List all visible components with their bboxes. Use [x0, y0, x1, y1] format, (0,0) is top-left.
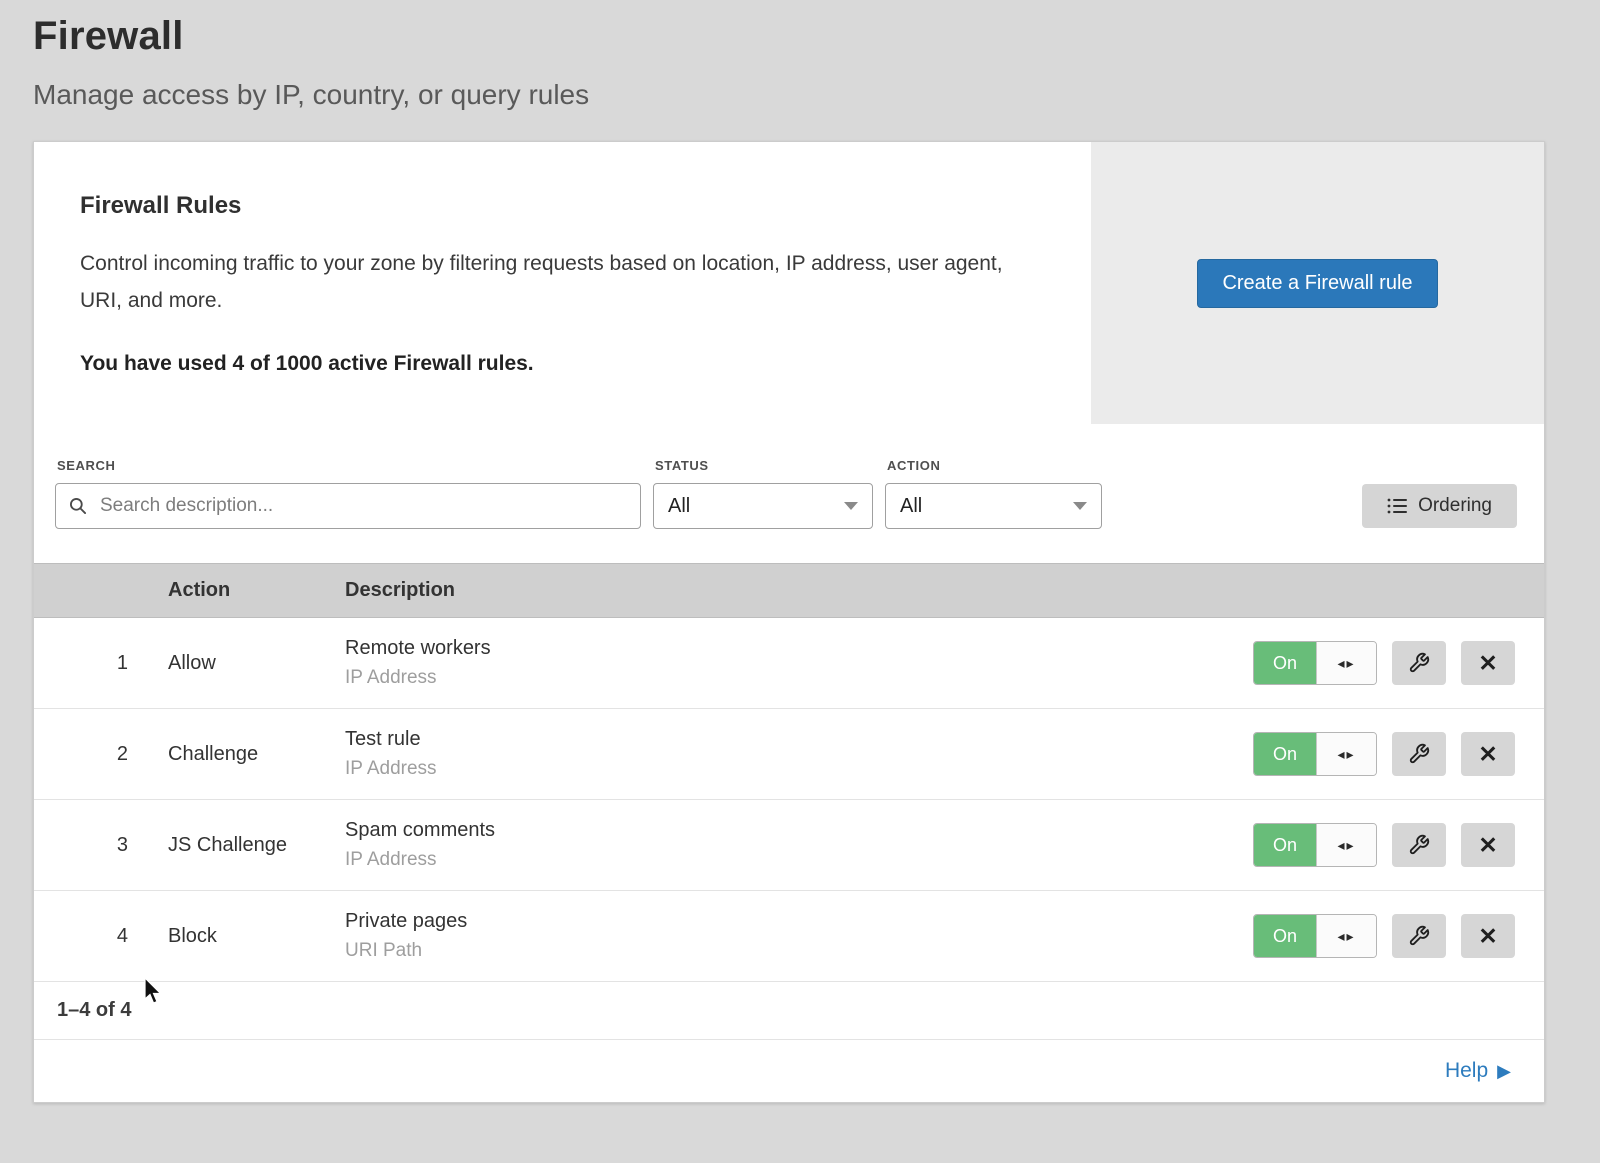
status-select-value: All [668, 495, 690, 518]
search-icon [68, 496, 88, 516]
rule-controls: On ◂▸ ✕ [1253, 914, 1544, 958]
wrench-icon [1408, 743, 1430, 765]
rule-action: Challenge [168, 743, 345, 766]
rule-number: 4 [34, 925, 168, 948]
table-header: Action Description [34, 563, 1544, 618]
help-arrow-icon: ▶ [1497, 1061, 1511, 1082]
rule-field-type: IP Address [345, 758, 1253, 780]
header-action-column: Action [168, 579, 345, 602]
search-input[interactable] [98, 494, 628, 518]
wrench-icon [1408, 652, 1430, 674]
close-icon: ✕ [1478, 834, 1497, 857]
close-icon: ✕ [1478, 925, 1497, 948]
filters-bar: SEARCH STATUS All ACTION All [34, 424, 1544, 563]
rule-controls: On ◂▸ ✕ [1253, 732, 1544, 776]
toggle-arrows-icon[interactable]: ◂▸ [1316, 642, 1376, 684]
ordering-button-label: Ordering [1418, 495, 1492, 517]
close-icon: ✕ [1478, 652, 1497, 675]
rule-field-type: URI Path [345, 940, 1253, 962]
wrench-icon [1408, 834, 1430, 856]
action-select[interactable]: All [885, 483, 1102, 529]
rule-action: Allow [168, 652, 345, 675]
status-select[interactable]: All [653, 483, 873, 529]
toggle-arrows-icon[interactable]: ◂▸ [1316, 824, 1376, 866]
rule-controls: On ◂▸ ✕ [1253, 641, 1544, 685]
rule-enabled-toggle[interactable]: On ◂▸ [1253, 732, 1377, 776]
rule-description-cell: Remote workers IP Address [345, 637, 1253, 689]
action-label: ACTION [887, 458, 1102, 473]
rule-description-cell: Private pages URI Path [345, 910, 1253, 962]
table-row: 4 Block Private pages URI Path On ◂▸ ✕ [34, 891, 1544, 982]
rules-card-title: Firewall Rules [80, 192, 1031, 220]
edit-rule-button[interactable] [1392, 732, 1446, 776]
status-filter-group: STATUS All [653, 458, 873, 529]
rule-enabled-toggle[interactable]: On ◂▸ [1253, 823, 1377, 867]
pagination: 1–4 of 4 [34, 982, 1544, 1040]
chevron-down-icon [1073, 502, 1087, 510]
toggle-arrows-icon[interactable]: ◂▸ [1316, 915, 1376, 957]
rule-number: 1 [34, 652, 168, 675]
table-row: 2 Challenge Test rule IP Address On ◂▸ ✕ [34, 709, 1544, 800]
rule-description: Test rule [345, 728, 1253, 751]
rule-description-cell: Spam comments IP Address [345, 819, 1253, 871]
toggle-on-label[interactable]: On [1254, 915, 1316, 957]
search-label: SEARCH [57, 458, 641, 473]
edit-rule-button[interactable] [1392, 914, 1446, 958]
wrench-icon [1408, 925, 1430, 947]
rule-enabled-toggle[interactable]: On ◂▸ [1253, 641, 1377, 685]
delete-rule-button[interactable]: ✕ [1461, 914, 1515, 958]
table-row: 1 Allow Remote workers IP Address On ◂▸ … [34, 618, 1544, 709]
rule-description: Private pages [345, 910, 1253, 933]
rule-controls: On ◂▸ ✕ [1253, 823, 1544, 867]
help-link[interactable]: Help ▶ [1445, 1059, 1511, 1083]
delete-rule-button[interactable]: ✕ [1461, 823, 1515, 867]
search-box[interactable] [55, 483, 641, 529]
action-select-value: All [900, 495, 922, 518]
rule-number: 3 [34, 834, 168, 857]
page-header: Firewall Manage access by IP, country, o… [0, 0, 1600, 111]
panel-footer: Help ▶ [34, 1040, 1544, 1102]
help-link-label: Help [1445, 1059, 1488, 1083]
rule-description-cell: Test rule IP Address [345, 728, 1253, 780]
table-row: 3 JS Challenge Spam comments IP Address … [34, 800, 1544, 891]
toggle-on-label[interactable]: On [1254, 824, 1316, 866]
search-filter-group: SEARCH [55, 458, 641, 529]
rule-action: Block [168, 925, 345, 948]
chevron-down-icon [844, 502, 858, 510]
action-filter-group: ACTION All [885, 458, 1102, 529]
rule-field-type: IP Address [345, 849, 1253, 871]
create-rule-section: Create a Firewall rule [1091, 142, 1544, 424]
toggle-on-label[interactable]: On [1254, 733, 1316, 775]
delete-rule-button[interactable]: ✕ [1461, 732, 1515, 776]
firewall-rules-card-text: Firewall Rules Control incoming traffic … [34, 142, 1091, 424]
page-subtitle: Manage access by IP, country, or query r… [33, 79, 1600, 111]
close-icon: ✕ [1478, 743, 1497, 766]
rule-action: JS Challenge [168, 834, 345, 857]
edit-rule-button[interactable] [1392, 823, 1446, 867]
rule-enabled-toggle[interactable]: On ◂▸ [1253, 914, 1377, 958]
delete-rule-button[interactable]: ✕ [1461, 641, 1515, 685]
rule-description: Spam comments [345, 819, 1253, 842]
rule-number: 2 [34, 743, 168, 766]
page-title: Firewall [33, 14, 1600, 59]
toggle-arrows-icon[interactable]: ◂▸ [1316, 733, 1376, 775]
rule-description: Remote workers [345, 637, 1253, 660]
ordering-button[interactable]: Ordering [1362, 484, 1517, 528]
create-firewall-rule-button[interactable]: Create a Firewall rule [1197, 259, 1437, 308]
rules-card-description: Control incoming traffic to your zone by… [80, 246, 1025, 320]
ordering-icon [1387, 498, 1407, 514]
edit-rule-button[interactable] [1392, 641, 1446, 685]
firewall-rules-card: Firewall Rules Control incoming traffic … [34, 142, 1544, 424]
firewall-panel: Firewall Rules Control incoming traffic … [33, 141, 1545, 1103]
toggle-on-label[interactable]: On [1254, 642, 1316, 684]
header-description-column: Description [345, 579, 1544, 602]
rule-field-type: IP Address [345, 667, 1253, 689]
status-label: STATUS [655, 458, 873, 473]
rules-usage-text: You have used 4 of 1000 active Firewall … [80, 352, 1031, 376]
